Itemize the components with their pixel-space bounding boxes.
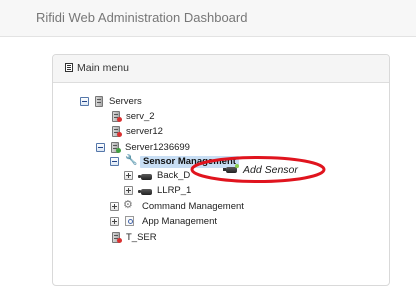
expand-toggle-icon[interactable] [110, 217, 119, 226]
server-connected-icon [111, 142, 121, 153]
app-header: Rifidi Web Administration Dashboard [0, 0, 416, 37]
rfid-reader-icon [138, 174, 152, 180]
server-disconnected-icon [112, 126, 122, 137]
context-menu-add-sensor[interactable]: Add Sensor [188, 161, 300, 181]
tree-node-label: server12 [126, 126, 163, 137]
tree-node-label: Command Management [142, 201, 244, 212]
tree-node-label: Server1236699 [125, 142, 190, 153]
gear-icon: ⚙ [123, 199, 133, 211]
expand-toggle-icon[interactable] [124, 186, 133, 195]
panel-title: Main menu [77, 62, 129, 74]
panel-heading: Main menu [53, 55, 389, 83]
list-icon [65, 63, 73, 72]
server-group-icon [95, 96, 103, 107]
server-disconnected-icon [112, 232, 122, 243]
tree-node-label: App Management [142, 216, 217, 227]
rfid-reader-icon [138, 189, 152, 195]
server-disconnected-icon [112, 111, 122, 122]
collapse-toggle-icon[interactable] [110, 157, 119, 166]
collapse-toggle-icon[interactable] [96, 143, 105, 152]
tree-node-label: Servers [109, 96, 142, 107]
app-title: Rifidi Web Administration Dashboard [36, 10, 248, 25]
tree-node-label: serv_2 [126, 111, 155, 122]
add-sensor-menu-item[interactable]: Add Sensor [243, 164, 298, 176]
app-search-icon [125, 216, 134, 226]
wrench-icon: 🔧 [125, 155, 138, 166]
tree-node-label: T_SER [126, 232, 157, 243]
expand-toggle-icon[interactable] [110, 202, 119, 211]
tree-node-label: Back_D [157, 170, 191, 181]
expand-toggle-icon[interactable] [124, 171, 133, 180]
collapse-toggle-icon[interactable] [80, 97, 89, 106]
add-sensor-icon [223, 164, 239, 173]
tree-node-label: LLRP_1 [157, 185, 192, 196]
